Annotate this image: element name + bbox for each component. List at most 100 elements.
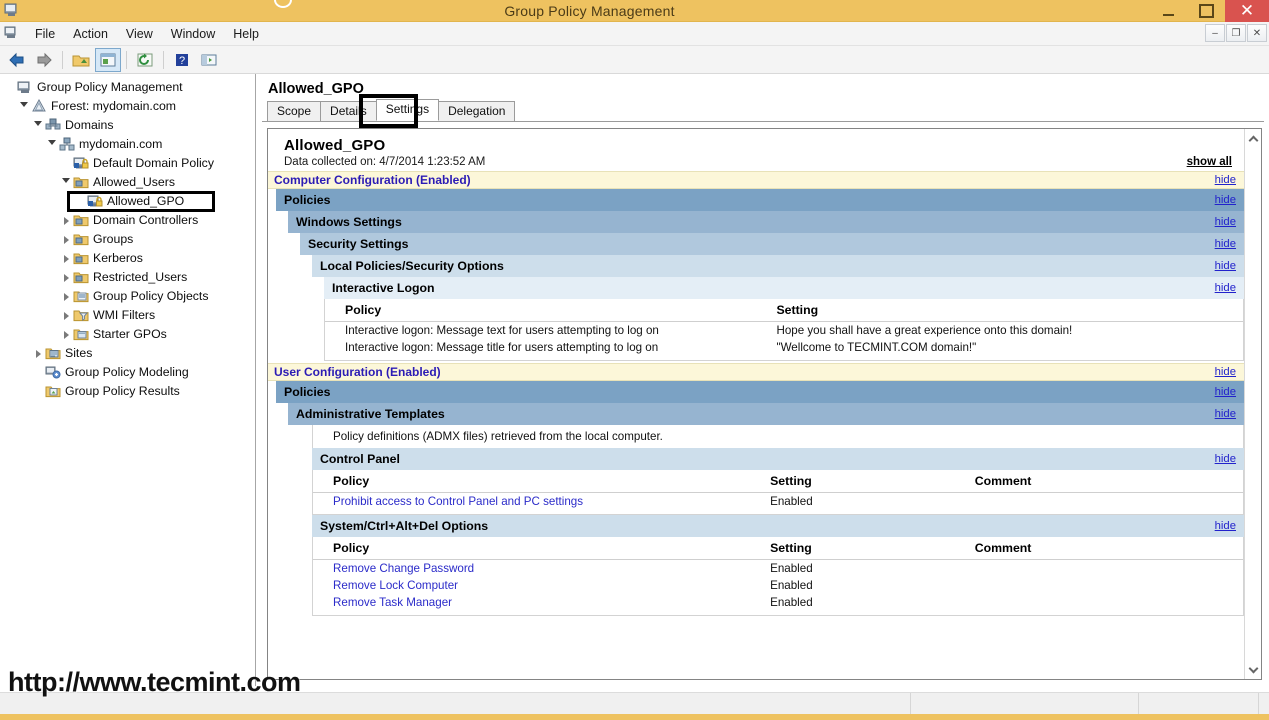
policy-link[interactable]: Remove Lock Computer (313, 577, 750, 594)
menu-help[interactable]: Help (224, 25, 268, 43)
refresh-icon[interactable] (132, 48, 158, 72)
configuration-band-computer[interactable]: Computer Configuration (Enabled)hide (268, 171, 1244, 189)
policy-link[interactable]: Remove Change Password (313, 560, 750, 578)
column-header-comment: Comment (955, 470, 1243, 493)
mdi-restore-button[interactable]: ❐ (1226, 24, 1246, 42)
report-vertical-scrollbar[interactable] (1244, 129, 1261, 679)
menu-action[interactable]: Action (64, 25, 117, 43)
tab-details[interactable]: Details (320, 101, 377, 121)
mdi-minimize-button[interactable]: – (1205, 24, 1225, 42)
forward-arrow-icon[interactable] (31, 48, 57, 72)
section-bar-local-policies-security-options[interactable]: Local Policies/Security Optionshide (312, 255, 1244, 277)
hide-link[interactable]: hide (1215, 216, 1236, 228)
mdi-close-button[interactable]: ✕ (1247, 24, 1267, 42)
menu-file[interactable]: File (26, 25, 64, 43)
expand-arrow-closed-icon[interactable] (59, 214, 73, 228)
hide-link[interactable]: hide (1215, 174, 1236, 186)
tree-item-domain-controllers[interactable]: Domain Controllers (3, 211, 255, 230)
section-bar-policies[interactable]: Policieshide (276, 189, 1244, 211)
hide-link[interactable]: hide (1215, 194, 1236, 206)
table-row: Interactive logon: Message title for use… (325, 339, 1243, 356)
properties-icon[interactable] (95, 48, 121, 72)
console-tree[interactable]: Group Policy ManagementForest: mydomain.… (0, 74, 256, 686)
minimize-button[interactable] (1149, 0, 1187, 22)
scroll-up-arrow-icon[interactable] (1246, 131, 1261, 146)
tree-item-starter-gpos[interactable]: Starter GPOs (3, 325, 255, 344)
close-button[interactable]: ✕ (1225, 0, 1269, 22)
tab-delegation[interactable]: Delegation (438, 101, 515, 121)
back-arrow-icon[interactable] (4, 48, 30, 72)
hide-link[interactable]: hide (1215, 453, 1236, 465)
tree-item-default-domain-policy[interactable]: Default Domain Policy (3, 154, 255, 173)
maximize-button[interactable] (1187, 0, 1225, 22)
expand-arrow-closed-icon[interactable] (59, 290, 73, 304)
tree-item-restricted-users[interactable]: Restricted_Users (3, 268, 255, 287)
expand-arrow-closed-icon[interactable] (59, 309, 73, 323)
tree-item-group-policy-management[interactable]: Group Policy Management (3, 78, 255, 97)
settings-report: Allowed_GPO Data collected on: 4/7/2014 … (268, 129, 1244, 679)
tree-item-forest-mydomain-com[interactable]: Forest: mydomain.com (3, 97, 255, 116)
expand-arrow-open-icon[interactable] (45, 138, 59, 152)
expand-arrow-open-icon[interactable] (59, 176, 73, 190)
tab-scope[interactable]: Scope (267, 101, 321, 121)
tree-item-mydomain-com[interactable]: mydomain.com (3, 135, 255, 154)
policy-link[interactable]: Prohibit access to Control Panel and PC … (313, 493, 750, 511)
hide-link[interactable]: hide (1215, 386, 1236, 398)
policy-table: PolicySettingCommentProhibit access to C… (313, 470, 1243, 510)
expand-arrow-closed-icon[interactable] (59, 271, 73, 285)
configuration-band-user[interactable]: User Configuration (Enabled)hide (268, 363, 1244, 381)
section-bar-policies[interactable]: Policieshide (276, 381, 1244, 403)
table-cell (955, 560, 1243, 578)
table-row: Remove Change PasswordEnabled (313, 560, 1243, 578)
gpo-link-icon (87, 194, 103, 209)
section-bar-control-panel[interactable]: Control Panelhide (312, 448, 1244, 470)
tree-item-group-policy-results[interactable]: Group Policy Results (3, 382, 255, 401)
tree-item-allowed-users[interactable]: Allowed_Users (3, 173, 255, 192)
expand-arrow-closed-icon[interactable] (59, 252, 73, 266)
expand-arrow-open-icon[interactable] (31, 119, 45, 133)
expand-arrow-closed-icon[interactable] (59, 233, 73, 247)
expand-arrow-closed-icon[interactable] (59, 328, 73, 342)
tree-item-label: Domains (65, 116, 114, 135)
hide-link[interactable]: hide (1215, 238, 1236, 250)
hide-link[interactable]: hide (1215, 260, 1236, 272)
menu-view[interactable]: View (117, 25, 162, 43)
menu-window[interactable]: Window (162, 25, 224, 43)
tree-item-kerberos[interactable]: Kerberos (3, 249, 255, 268)
tree-item-groups[interactable]: Groups (3, 230, 255, 249)
hide-link[interactable]: hide (1215, 520, 1236, 532)
section-bar-windows-settings[interactable]: Windows Settingshide (288, 211, 1244, 233)
status-message-cell (0, 693, 911, 715)
section-bar-administrative-templates[interactable]: Administrative Templateshide (288, 403, 1244, 425)
table-row: Interactive logon: Message text for user… (325, 322, 1243, 340)
hide-link[interactable]: hide (1215, 282, 1236, 294)
tab-settings[interactable]: Settings (376, 99, 439, 121)
tree-item-sites[interactable]: Sites (3, 344, 255, 363)
policy-link[interactable]: Remove Task Manager (313, 594, 750, 611)
section-bar-security-settings[interactable]: Security Settingshide (300, 233, 1244, 255)
scroll-down-arrow-icon[interactable] (1246, 662, 1261, 677)
section-bar-interactive-logon[interactable]: Interactive Logonhide (324, 277, 1244, 299)
expand-arrow-closed-icon[interactable] (31, 347, 45, 361)
help-icon[interactable]: ? (169, 48, 195, 72)
tree-item-label: Allowed_Users (93, 173, 175, 192)
tree-item-group-policy-objects[interactable]: Group Policy Objects (3, 287, 255, 306)
table-cell (955, 594, 1243, 611)
forest-icon (31, 99, 47, 114)
expand-arrow-open-icon[interactable] (17, 100, 31, 114)
up-folder-icon[interactable] (68, 48, 94, 72)
tree-item-group-policy-modeling[interactable]: Group Policy Modeling (3, 363, 255, 382)
hide-link[interactable]: hide (1215, 408, 1236, 420)
table-cell: Enabled (750, 493, 955, 511)
resize-grip[interactable] (1259, 693, 1269, 715)
policy-table: PolicySettingInteractive logon: Message … (325, 299, 1243, 356)
tree-item-allowed-gpo[interactable]: Allowed_GPO (3, 192, 255, 211)
tree-item-wmi-filters[interactable]: WMI Filters (3, 306, 255, 325)
tree-item-domains[interactable]: Domains (3, 116, 255, 135)
policy-table: PolicySettingCommentRemove Change Passwo… (313, 537, 1243, 611)
show-all-link[interactable]: show all (1187, 156, 1232, 168)
window-title: Group Policy Management (0, 3, 1269, 19)
hide-link[interactable]: hide (1215, 366, 1236, 378)
section-bar-system-ctrl+alt+del-options[interactable]: System/Ctrl+Alt+Del Optionshide (312, 515, 1244, 537)
show-hide-tree-icon[interactable] (196, 48, 222, 72)
